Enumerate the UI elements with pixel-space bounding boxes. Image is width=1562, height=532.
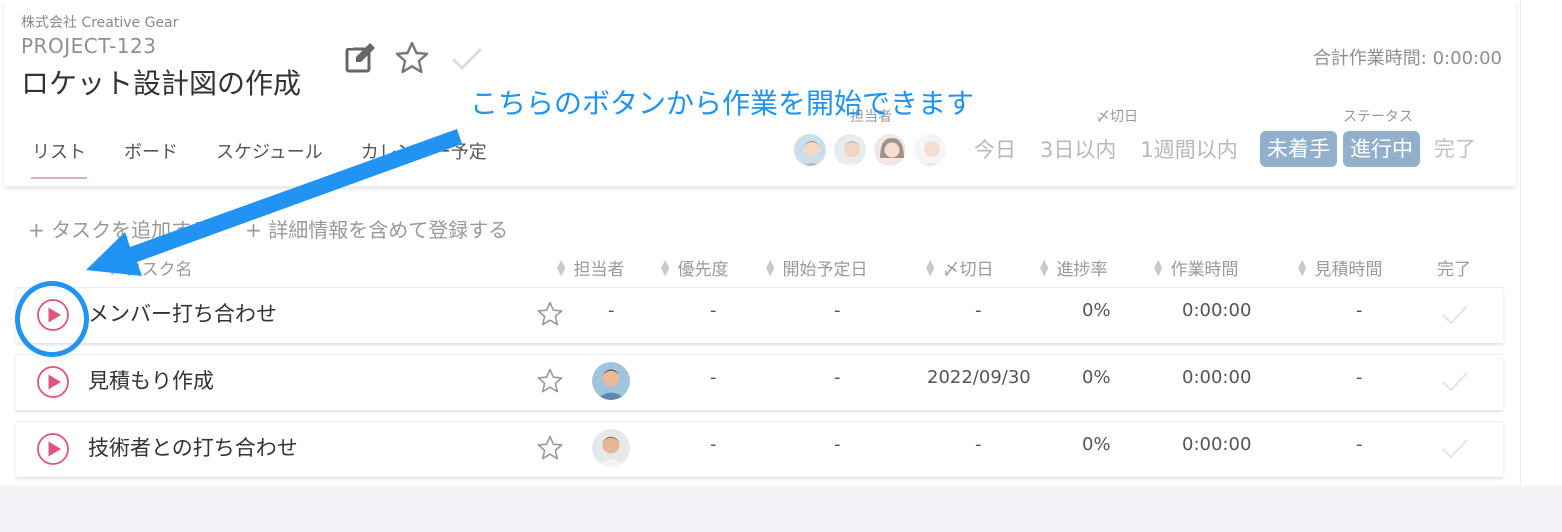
cell-work-time: 0:00:00 — [1182, 434, 1252, 455]
deadline-filters: 今日 3日以内 1週間以内 — [974, 134, 1262, 164]
edit-icon[interactable] — [342, 40, 378, 76]
add-detailed-task-link[interactable]: + 詳細情報を含めて登録する — [245, 214, 508, 243]
cell-start-date: - — [834, 300, 841, 321]
cell-priority: - — [710, 434, 717, 455]
favorite-star-icon[interactable] — [394, 40, 430, 76]
task-name[interactable]: メンバー打ち合わせ — [88, 298, 277, 328]
col-done: 完了 — [1437, 260, 1471, 280]
cell-work-time: 0:00:00 — [1182, 367, 1252, 388]
sort-icon: ▲ ▼ — [766, 256, 775, 278]
cell-estimate: - — [1356, 434, 1363, 455]
cell-priority: - — [710, 367, 717, 388]
status-in-progress[interactable]: 進行中 — [1343, 131, 1420, 167]
cell-start-date: - — [834, 434, 841, 455]
status-filters: 未着手 進行中 完了 — [1260, 131, 1484, 167]
col-task-name[interactable]: ▲ ▼ タスク名 — [108, 255, 192, 281]
cell-estimate: - — [1356, 300, 1363, 321]
view-tabs: リスト ボード スケジュール カレンダー予定 — [31, 138, 525, 179]
total-work-time: 合計作業時間: 0:00:00 — [1312, 48, 1502, 69]
filter-3-days[interactable]: 3日以内 — [1040, 134, 1116, 164]
table-row[interactable]: 技術者との打ち合わせ - - - 0% 0:00:00 - — [16, 421, 1503, 477]
cell-progress: 0% — [1082, 367, 1111, 388]
filter-deadline-label: 〆切日 — [1096, 109, 1138, 125]
right-scroll-rail — [1520, 0, 1562, 486]
cell-estimate: - — [1356, 367, 1363, 388]
sort-icon: ▲ ▼ — [926, 256, 935, 278]
cell-work-time: 0:00:00 — [1182, 300, 1252, 321]
cell-priority: - — [710, 300, 717, 321]
tab-calendar[interactable]: カレンダー予定 — [361, 138, 487, 174]
col-deadline[interactable]: ▲ ▼ 〆切日 — [926, 255, 993, 281]
callout-text: こちらのボタンから作業を開始できます — [470, 87, 975, 120]
table-row[interactable]: 見積もり作成 - - 2022/09/30 0% 0:00:00 - — [16, 354, 1503, 410]
sort-icon: ▲ ▼ — [108, 256, 117, 278]
tab-schedule[interactable]: スケジュール — [216, 138, 323, 174]
filter-today[interactable]: 今日 — [974, 134, 1016, 164]
avatar[interactable] — [872, 132, 908, 168]
col-priority[interactable]: ▲ ▼ 優先度 — [661, 255, 728, 281]
add-task-bar: + タスクを追加する + 詳細情報を含めて登録する — [28, 214, 542, 243]
sort-icon: ▲ ▼ — [661, 256, 670, 278]
cell-deadline: 2022/09/30 — [927, 367, 1031, 388]
sort-icon: ▲ ▼ — [1298, 256, 1307, 278]
star-icon[interactable] — [536, 434, 564, 462]
status-not-started[interactable]: 未着手 — [1260, 131, 1337, 167]
cell-start-date: - — [834, 367, 841, 388]
filter-1-week[interactable]: 1週間以内 — [1140, 134, 1237, 164]
col-start-date[interactable]: ▲ ▼ 開始予定日 — [766, 255, 867, 281]
table-header: ▲ ▼ タスク名 ▲ ▼ 担当者 ▲ ▼ 優先度 ▲ ▼ 開始予定日 ▲ ▼ 〆切日 ▲ ▼ 進捗率 ▲… — [0, 255, 1512, 283]
col-work-time[interactable]: ▲ ▼ 作業時間 — [1154, 255, 1238, 281]
status-complete[interactable]: 完了 — [1426, 131, 1484, 167]
filter-status-label: ステータス — [1343, 109, 1413, 125]
cell-deadline: - — [975, 300, 982, 321]
table-row[interactable]: メンバー打ち合わせ - - - - 0% 0:00:00 - — [16, 287, 1503, 343]
sort-icon: ▲ ▼ — [1154, 256, 1163, 278]
task-name[interactable]: 技術者との打ち合わせ — [88, 432, 298, 462]
sort-icon: ▲ ▼ — [557, 256, 566, 278]
page: 株式会社 Creative Gear PROJECT-123 ロケット設計図の作… — [0, 0, 1520, 486]
star-icon[interactable] — [536, 300, 564, 328]
tab-list[interactable]: リスト — [31, 138, 87, 179]
avatar[interactable] — [832, 132, 868, 168]
avatar[interactable] — [792, 132, 828, 168]
col-progress[interactable]: ▲ ▼ 進捗率 — [1040, 255, 1107, 281]
complete-check-icon[interactable] — [448, 40, 484, 76]
company-name: 株式会社 Creative Gear — [21, 15, 179, 31]
cell-deadline: - — [975, 434, 982, 455]
project-code: PROJECT-123 — [21, 34, 157, 58]
sort-icon: ▲ ▼ — [1040, 256, 1049, 278]
done-check-icon[interactable] — [1440, 367, 1470, 395]
avatar[interactable] — [592, 362, 630, 400]
assignee-filter-avatars — [792, 132, 952, 168]
done-check-icon[interactable] — [1440, 434, 1470, 462]
avatar[interactable] — [912, 132, 948, 168]
avatar[interactable] — [592, 429, 630, 467]
done-check-icon[interactable] — [1440, 300, 1470, 328]
tab-board[interactable]: ボード — [124, 138, 178, 174]
play-icon[interactable] — [36, 432, 70, 466]
callout-circle — [15, 281, 89, 357]
add-task-link[interactable]: + タスクを追加する — [28, 214, 211, 243]
cell-progress: 0% — [1082, 434, 1111, 455]
cell-progress: 0% — [1082, 300, 1111, 321]
col-estimate[interactable]: ▲ ▼ 見積時間 — [1298, 255, 1382, 281]
col-assignee[interactable]: ▲ ▼ 担当者 — [557, 255, 624, 281]
project-title: ロケット設計図の作成 — [21, 67, 302, 100]
play-icon[interactable] — [36, 365, 70, 399]
task-name[interactable]: 見積もり作成 — [88, 365, 214, 395]
star-icon[interactable] — [536, 367, 564, 395]
cell-assignee: - — [608, 300, 615, 321]
